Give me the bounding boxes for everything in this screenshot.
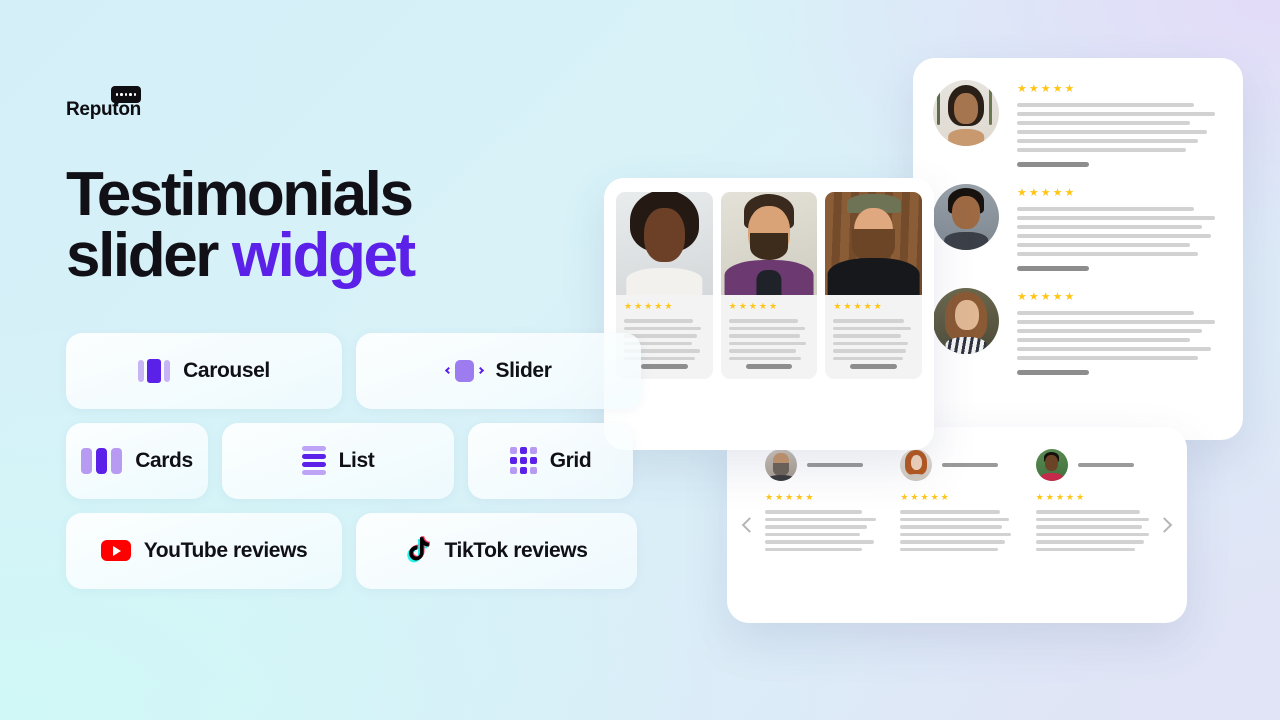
review-text-placeholder	[900, 510, 1013, 551]
feature-chip-tiktok-reviews[interactable]: TikTok reviews	[356, 512, 637, 589]
carousel-item: ★ ★ ★ ★ ★	[1035, 449, 1149, 555]
page-title: Testimonials slider widget	[66, 164, 666, 290]
feature-chip-label: TikTok reviews	[444, 539, 588, 562]
star-rating: ★ ★ ★ ★ ★	[1035, 492, 1085, 502]
reviewer-name-placeholder	[1017, 162, 1089, 167]
reputon-logo[interactable]: Reputon	[66, 86, 141, 119]
feature-chip-row-2: Cards List Grid	[66, 422, 666, 499]
feature-chip-list[interactable]: List	[222, 422, 454, 499]
list-icon	[301, 446, 326, 475]
promo-banner: Reputon Testimonials slider widget Carou…	[0, 0, 1280, 720]
reviewer-name-placeholder	[1017, 266, 1089, 271]
feature-chip-label: Slider	[495, 359, 552, 382]
bearded-man-cap-photo	[825, 192, 923, 295]
feature-chip-youtube-reviews[interactable]: YouTube reviews	[66, 512, 342, 589]
woman-palm-trees-avatar	[933, 80, 999, 146]
cards-icon	[81, 447, 123, 474]
review-text-placeholder	[1035, 510, 1149, 551]
review-text-placeholder	[1017, 207, 1223, 256]
review-text-placeholder	[1017, 103, 1223, 152]
feature-chip-slider[interactable]: Slider	[356, 332, 641, 409]
feature-chip-cards[interactable]: Cards	[66, 422, 208, 499]
headline-line-2-accent: widget	[231, 220, 416, 290]
slider-icon	[444, 359, 484, 382]
feature-chip-label: Cards	[135, 449, 193, 472]
list-item: ★ ★ ★ ★ ★	[933, 288, 1223, 375]
youtube-icon	[100, 540, 131, 561]
woman-striped-shirt-avatar	[933, 288, 999, 354]
feature-chip-row-3: YouTube reviews TikTok reviews	[66, 512, 666, 589]
bald-bearded-man-avatar	[765, 449, 797, 481]
testimonial-card: ★ ★ ★ ★ ★	[720, 192, 818, 379]
carousel-icon	[138, 358, 171, 383]
reviewer-name-placeholder	[850, 364, 898, 369]
man-purple-sweater-photo	[720, 192, 818, 295]
chevron-right-icon[interactable]	[1156, 517, 1173, 533]
feature-chip-label: Carousel	[183, 359, 270, 382]
carousel-item: ★ ★ ★ ★ ★	[765, 449, 878, 555]
left-content-column: Reputon Testimonials slider widget Carou…	[66, 86, 666, 603]
grid-icon	[509, 447, 537, 474]
carousel-item: ★ ★ ★ ★ ★	[900, 449, 1013, 555]
star-rating: ★ ★ ★ ★ ★	[728, 301, 778, 311]
star-rating: ★ ★ ★ ★ ★	[900, 492, 949, 502]
review-text-placeholder	[1017, 311, 1223, 360]
review-text-placeholder	[728, 319, 810, 364]
feature-chip-grid[interactable]: Grid	[468, 422, 633, 499]
feature-chip-carousel[interactable]: Carousel	[66, 332, 342, 409]
headline-line-2-plain: slider	[66, 220, 232, 290]
speech-bubble-icon	[111, 86, 141, 106]
carousel-layout-preview[interactable]: ★ ★ ★ ★ ★ ★ ★ ★ ★ ★ ★ ★ ★ ★ ★	[727, 427, 1187, 623]
reviewer-name-placeholder	[942, 463, 999, 467]
list-layout-preview[interactable]: ★ ★ ★ ★ ★ ★ ★ ★ ★ ★ ★ ★ ★ ★ ★	[913, 58, 1243, 440]
star-rating: ★ ★ ★ ★ ★	[765, 492, 814, 502]
young-man-avatar	[1035, 449, 1068, 481]
feature-chip-row-1: Carousel Slider	[66, 332, 666, 409]
review-text-placeholder	[765, 510, 878, 551]
chevron-left-icon[interactable]	[741, 517, 758, 533]
star-rating: ★ ★ ★ ★ ★	[1017, 83, 1075, 95]
reviewer-name-placeholder	[1017, 370, 1089, 375]
testimonial-card: ★ ★ ★ ★ ★	[825, 192, 923, 379]
man-smiling-avatar	[933, 184, 999, 250]
feature-chip-label: Grid	[549, 449, 592, 472]
headline-line-1: Testimonials	[66, 160, 414, 229]
reviewer-name-placeholder	[745, 364, 793, 369]
reviewer-name-placeholder	[807, 463, 863, 467]
star-rating: ★ ★ ★ ★ ★	[1017, 187, 1075, 199]
red-hair-woman-avatar	[900, 449, 933, 481]
tiktok-icon	[405, 536, 431, 565]
feature-chip-label: List	[338, 449, 375, 472]
list-item: ★ ★ ★ ★ ★	[933, 80, 1223, 167]
star-rating: ★ ★ ★ ★ ★	[833, 301, 882, 311]
star-rating: ★ ★ ★ ★ ★	[1017, 291, 1075, 303]
review-text-placeholder	[833, 319, 914, 364]
feature-chip-label: YouTube reviews	[143, 539, 308, 562]
list-item: ★ ★ ★ ★ ★	[933, 184, 1223, 271]
reviewer-name-placeholder	[1077, 463, 1134, 467]
